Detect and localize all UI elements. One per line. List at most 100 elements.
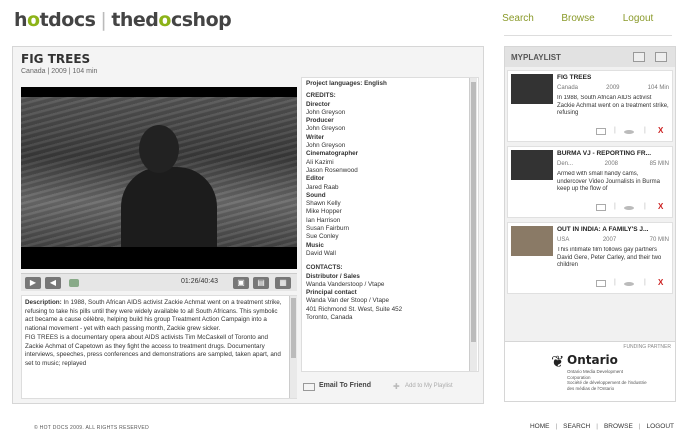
playlist-title: MYPLAYLIST [511,53,561,62]
playlist-item-desc: This intimate film follows gay partners … [557,247,662,268]
playlist-item-duration: 85 MIN [649,161,669,167]
ontario-subtitle: Ontario Media Development Corporation So… [567,369,647,391]
playlist-item-country: USA [557,237,570,243]
site-logo[interactable]: hotdocs | thedocshop [14,9,232,31]
email-to-friend-link[interactable]: Email To Friend [319,382,371,389]
top-nav: Search Browse Logout [488,13,668,24]
playlist-item-actions: | | X [596,126,668,137]
playlist-header: MYPLAYLIST [505,47,675,67]
credit-name: John Greyson [306,142,346,150]
settings-button[interactable]: ▦ [275,277,291,289]
credit-name: Shawn Kelly Mike Hopper Ian Harrison Sus… [306,200,350,241]
playlist-item-year: 2007 [602,237,617,243]
credits-heading: CREDITS: [306,92,336,100]
divider: | [644,279,646,286]
video-controls: ▶ ◀ 01:26/40:43 ▣ ▤ ▦ [21,273,297,291]
remove-icon[interactable]: X [658,126,663,135]
footer-browse-link[interactable]: BROWSE [604,423,633,430]
playlist-item-meta: Canada 2009 104 Min [557,85,669,91]
playlist-item[interactable]: BURMA VJ - REPORTING FR... Den... 2008 8… [507,146,673,218]
description-scrollbar[interactable] [289,296,297,398]
credit-name: John Greyson [306,108,346,116]
credit-name: Jared Raab [306,183,339,191]
playlist-item-country: Den... [557,161,574,167]
video-figure-head [139,125,179,173]
playlist-item-country: Canada [557,85,579,91]
playlist-item[interactable]: OUT IN INDIA: A FAMILY'S J... USA 2007 7… [507,222,673,294]
rewind-button[interactable]: ◀ [45,277,61,289]
divider: | [638,423,641,430]
play-button[interactable]: ▶ [25,277,41,289]
credit-name: David Wall [306,249,336,257]
ontario-trillium-icon: ❦ [551,354,565,371]
credit-role: Writer [306,133,325,141]
view-icon[interactable] [624,130,634,134]
nav-search-link[interactable]: Search [488,13,548,24]
remove-icon[interactable]: X [658,278,663,287]
divider: | [644,203,646,210]
divider: | [614,279,616,286]
my-playlist: MYPLAYLIST FIG TREES Canada 2009 104 Min… [504,46,676,342]
ontario-logo[interactable]: Ontario [567,353,618,367]
credits-panel: Project languages: English CREDITS: Dire… [301,77,479,372]
divider: | [596,423,598,430]
playlist-item-title[interactable]: OUT IN INDIA: A FAMILY'S J... [557,226,648,233]
playlist-item[interactable]: FIG TREES Canada 2009 104 Min In 1988, S… [507,70,673,142]
credit-role: Cinematographer [306,150,359,158]
volume-icon[interactable] [69,279,79,287]
film-meta: Canada | 2009 | 104 min [21,68,98,75]
playlist-thumbnail[interactable] [511,150,553,180]
description-text-2: FIG TREES is a documentary opera about A… [25,333,281,367]
credit-role: Director [306,100,331,108]
playlist-item-meta: USA 2007 70 MIN [557,237,669,243]
description-scroll-thumb[interactable] [291,298,296,358]
film-actions: Email To Friend ✚ Add to My Playlist [301,381,481,395]
playlist-thumbnail[interactable] [511,74,553,104]
header-divider [504,35,672,36]
film-description: Description: In 1988, South African AIDS… [21,295,297,399]
email-icon[interactable] [303,383,315,391]
nav-browse-link[interactable]: Browse [548,13,608,24]
email-icon[interactable] [655,52,667,62]
playlist-item-title[interactable]: BURMA VJ - REPORTING FR... [557,150,651,157]
footer-logout-link[interactable]: LOGOUT [647,423,674,430]
playlist-item-actions: | | X [596,278,668,289]
playlist-thumbnail[interactable] [511,226,553,256]
email-icon[interactable] [596,204,606,211]
project-languages: Project languages: English [306,80,387,87]
playlist-item-desc: Armed with small handy cams, undercover … [557,171,660,192]
playlist-item-meta: Den... 2008 85 MIN [557,161,669,167]
footer-search-link[interactable]: SEARCH [563,423,590,430]
playlist-item-duration: 104 Min [647,85,669,91]
copyright: © HOT DOCS 2009. ALL RIGHTS RESERVED [34,425,149,431]
partner-label: FUNDING PARTNER [623,344,671,350]
nav-logout-link[interactable]: Logout [608,13,668,24]
playlist-item-desc: In 1988, South African AIDS activist Zac… [557,95,669,116]
email-icon[interactable] [596,280,606,287]
footer-home-link[interactable]: HOME [530,423,550,430]
credits-scrollbar[interactable] [469,78,477,371]
remove-icon[interactable]: X [658,202,663,211]
add-to-playlist-link[interactable]: Add to My Playlist [405,383,453,389]
divider: | [614,127,616,134]
view-icon[interactable] [624,206,634,210]
credit-role: Producer [306,117,334,125]
credits-scroll-thumb[interactable] [471,82,476,342]
video-player[interactable] [21,87,297,269]
video-figure-body [121,167,217,247]
playlist-item-title[interactable]: FIG TREES [557,74,591,81]
contact-role: Principal contact [306,289,357,297]
film-title: FIG TREES [21,52,91,66]
credit-role: Sound [306,191,326,199]
credit-name: Ali Kazimi Jason Rosenwood [306,158,358,174]
footer-nav: HOME | SEARCH | BROWSE | LOGOUT [530,423,674,430]
video-timecode: 01:26/40:43 [181,278,218,285]
view-icon[interactable] [624,282,634,286]
credit-role: Music [306,241,324,249]
credit-name: John Greyson [306,125,346,133]
fullscreen-button[interactable]: ▣ [233,277,249,289]
email-icon[interactable] [596,128,606,135]
print-icon[interactable] [633,52,645,62]
popout-button[interactable]: ▤ [253,277,269,289]
contact-role: Distributor / Sales [306,272,360,280]
